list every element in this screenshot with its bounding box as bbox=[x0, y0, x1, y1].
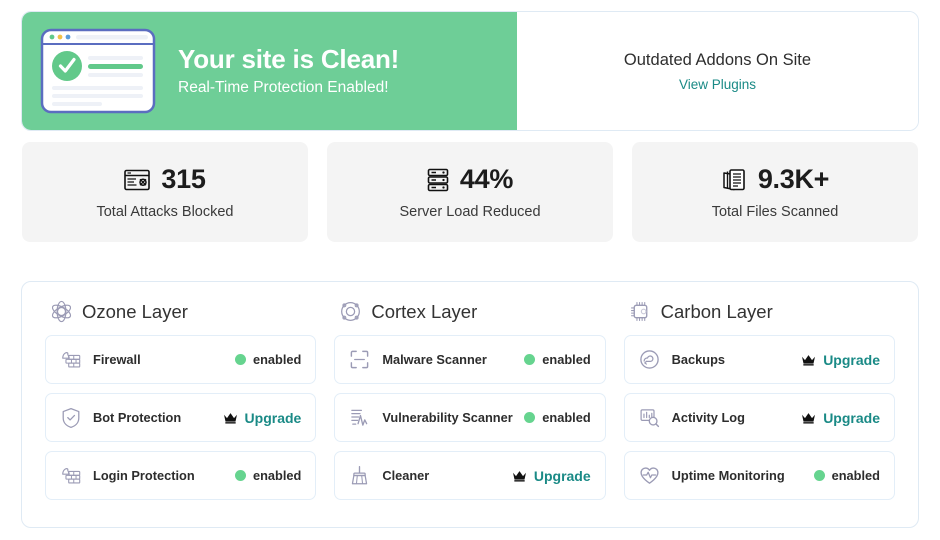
banner-text-block: Your site is Clean! Real-Time Protection… bbox=[178, 44, 399, 98]
status-label: enabled bbox=[252, 468, 302, 483]
stat-top: 9.3K+ bbox=[721, 164, 829, 195]
feature-row-bot-protection[interactable]: Bot Protection Upgrade bbox=[45, 393, 317, 442]
feature-row-backups[interactable]: Backups Upgrade bbox=[623, 335, 895, 384]
upgrade-label[interactable]: Upgrade bbox=[823, 352, 880, 368]
firewall-icon bbox=[60, 465, 82, 487]
firewall-icon bbox=[60, 349, 82, 371]
feature-name: Cleaner bbox=[382, 468, 430, 483]
feature-row-firewall[interactable]: Firewall enabled bbox=[45, 335, 317, 384]
stat-card-total-attacks-blocked: 315 Total Attacks Blocked bbox=[22, 142, 308, 242]
crown-icon bbox=[223, 412, 238, 424]
cpu-chip-icon bbox=[629, 300, 652, 323]
files-stack-icon bbox=[721, 168, 747, 192]
status-label: enabled bbox=[542, 352, 591, 367]
layer-column-carbon: Carbon Layer Backups Upgrade Activity Lo… bbox=[615, 300, 904, 513]
layer-title: Cortex Layer bbox=[371, 300, 478, 322]
status-label: enabled bbox=[831, 468, 880, 483]
stat-top: 44% bbox=[427, 164, 513, 195]
stat-label: Server Load Reduced bbox=[399, 204, 541, 220]
layer-title: Ozone Layer bbox=[82, 300, 188, 322]
feature-status: enabled bbox=[234, 352, 302, 367]
feature-row-vulnerability-scanner[interactable]: Vulnerability Scanner enabled bbox=[334, 393, 606, 442]
layer-column-cortex: Cortex Layer Malware Scanner enabled Vul… bbox=[325, 300, 614, 513]
feature-name: Malware Scanner bbox=[382, 352, 487, 367]
stat-label: Total Files Scanned bbox=[711, 204, 839, 220]
status-label: enabled bbox=[252, 352, 302, 367]
stat-top: 315 bbox=[124, 164, 206, 195]
upgrade-label[interactable]: Upgrade bbox=[534, 468, 591, 484]
scan-frame-icon bbox=[349, 349, 371, 371]
crown-icon bbox=[801, 354, 816, 366]
feature-status[interactable]: Upgrade bbox=[512, 468, 591, 484]
cortex-circle-icon bbox=[339, 300, 362, 323]
feature-name: Firewall bbox=[93, 352, 141, 367]
feature-status[interactable]: Upgrade bbox=[801, 410, 880, 426]
stat-label: Total Attacks Blocked bbox=[96, 204, 234, 220]
feature-status: enabled bbox=[524, 352, 591, 367]
layer-header: Carbon Layer bbox=[624, 300, 895, 323]
feature-row-malware-scanner[interactable]: Malware Scanner enabled bbox=[334, 335, 606, 384]
stats-row: 315 Total Attacks Blocked 44% Server Loa… bbox=[22, 142, 918, 242]
clean-status-panel: Your site is Clean! Real-Time Protection… bbox=[22, 12, 517, 130]
broom-icon bbox=[349, 465, 371, 487]
layer-header: Cortex Layer bbox=[334, 300, 605, 323]
status-dot-icon bbox=[234, 470, 246, 481]
shield-check-icon bbox=[60, 407, 82, 429]
cloud-sync-icon bbox=[639, 349, 661, 371]
upgrade-label[interactable]: Upgrade bbox=[823, 410, 880, 426]
view-plugins-link[interactable]: View Plugins bbox=[679, 77, 756, 92]
log-search-icon bbox=[639, 407, 661, 429]
status-dot-icon bbox=[234, 354, 246, 365]
atom-icon bbox=[50, 300, 73, 323]
layer-header: Ozone Layer bbox=[45, 300, 316, 323]
feature-row-cleaner[interactable]: Cleaner Upgrade bbox=[334, 451, 606, 500]
banner-subtitle: Real-Time Protection Enabled! bbox=[178, 79, 389, 97]
feature-row-uptime-monitoring[interactable]: Uptime Monitoring enabled bbox=[623, 451, 895, 500]
layer-title: Carbon Layer bbox=[660, 300, 773, 322]
feature-name: Activity Log bbox=[671, 410, 745, 425]
banner-title: Your site is Clean! bbox=[178, 44, 400, 75]
status-dot-icon bbox=[813, 470, 825, 481]
feature-row-login-protection[interactable]: Login Protection enabled bbox=[45, 451, 317, 500]
status-dot-icon bbox=[524, 412, 536, 423]
feature-name: Uptime Monitoring bbox=[671, 468, 785, 483]
stat-card-total-files-scanned: 9.3K+ Total Files Scanned bbox=[632, 142, 918, 242]
radar-pulse-icon bbox=[349, 407, 371, 429]
crown-icon bbox=[512, 470, 527, 482]
server-rack-icon bbox=[427, 168, 449, 192]
feature-name: Backups bbox=[671, 352, 725, 367]
heart-pulse-icon bbox=[639, 465, 661, 487]
layer-column-ozone: Ozone Layer Firewall enabled Bot Protect… bbox=[36, 300, 325, 513]
stat-card-server-load-reduced: 44% Server Load Reduced bbox=[327, 142, 613, 242]
feature-row-activity-log[interactable]: Activity Log Upgrade bbox=[623, 393, 895, 442]
stat-value: 44% bbox=[459, 164, 514, 194]
attack-blocked-icon bbox=[124, 169, 151, 191]
feature-status: enabled bbox=[234, 468, 302, 483]
status-label: enabled bbox=[542, 410, 591, 425]
feature-name: Bot Protection bbox=[93, 410, 182, 425]
security-dashboard: Your site is Clean! Real-Time Protection… bbox=[0, 0, 940, 540]
clean-site-browser-illustration bbox=[40, 28, 156, 114]
status-dot-icon bbox=[524, 354, 536, 365]
feature-name: Login Protection bbox=[93, 468, 195, 483]
feature-status: enabled bbox=[813, 468, 880, 483]
feature-status: enabled bbox=[524, 410, 591, 425]
upgrade-label[interactable]: Upgrade bbox=[245, 410, 302, 426]
outdated-addons-title: Outdated Addons On Site bbox=[623, 50, 812, 69]
feature-name: Vulnerability Scanner bbox=[382, 410, 513, 425]
crown-icon bbox=[801, 412, 816, 424]
stat-value: 315 bbox=[161, 164, 206, 194]
stat-value: 9.3K+ bbox=[757, 164, 830, 194]
feature-status[interactable]: Upgrade bbox=[801, 352, 880, 368]
feature-status[interactable]: Upgrade bbox=[223, 410, 302, 426]
status-banner: Your site is Clean! Real-Time Protection… bbox=[21, 11, 919, 131]
outdated-addons-panel: Outdated Addons On Site View Plugins bbox=[517, 12, 918, 130]
protection-layers-panel: Ozone Layer Firewall enabled Bot Protect… bbox=[21, 281, 919, 528]
